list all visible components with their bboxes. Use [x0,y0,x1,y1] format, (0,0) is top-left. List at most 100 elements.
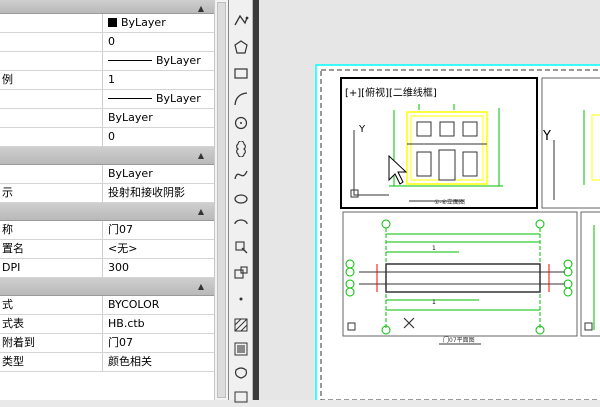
property-row[interactable]: 附着到 门07 [0,334,214,353]
property-row[interactable]: 0 [0,128,214,147]
property-value[interactable]: ByLayer [103,52,214,70]
collapse-icon[interactable]: ▲ [198,151,204,160]
property-value-text: ByLayer [108,167,153,180]
property-key: DPI [0,259,103,277]
property-value-text: 门07 [108,336,133,349]
section-plot[interactable]: ▲ [0,203,214,221]
property-value-text: ByLayer [156,92,201,105]
viewport-plan: 1 1 门07平面图 [342,211,578,345]
ellipse-arc-icon[interactable] [230,212,251,233]
property-key [0,109,103,127]
circle-icon[interactable] [230,112,251,133]
draw-toolbar [229,0,253,402]
drawing-svg: [+][俯视][二维线框] Y ①-⑥立面图 Y 1 1 门07平面图 [315,64,600,406]
property-value[interactable]: 门07 [103,334,214,352]
property-row[interactable]: 称门07 [0,221,214,240]
property-row[interactable]: 0 [0,33,214,52]
property-row[interactable]: ByLayer [0,14,214,33]
svg-text:1: 1 [432,299,436,306]
property-value[interactable]: 0 [103,33,214,51]
property-value-text: ByLayer [108,111,153,124]
property-row[interactable]: 例1 [0,71,214,90]
property-key [0,128,103,146]
property-value-text: 1 [108,73,115,86]
property-row[interactable]: DPI 300 [0,259,214,278]
property-value-text: 0 [108,35,115,48]
property-value-text: 投射和接收阴影 [108,186,185,199]
property-value[interactable]: 1 [103,71,214,89]
polyline-icon[interactable] [230,10,251,31]
property-key: 类型 [0,353,103,371]
arc-icon[interactable] [230,88,251,109]
table-icon[interactable] [230,386,251,407]
rectangle-icon[interactable] [230,62,251,83]
insert-block-icon[interactable] [230,236,251,257]
section-general[interactable]: ▲ [0,0,214,14]
property-key: 示 [0,184,103,202]
property-value[interactable]: 300 [103,259,214,277]
color-swatch-icon [108,18,117,27]
property-row[interactable]: 式表 HB.ctb [0,315,214,334]
property-key: 称 [0,221,103,239]
property-value-text: 门07 [108,223,133,236]
collapse-icon[interactable]: ▲ [198,207,204,216]
properties-panel: ▲ ByLayer 0 ByLayer 例 1 ByLayer ByLayer 0 ▲ ByLaye… [0,0,214,400]
property-value[interactable]: HB.ctb [103,315,214,333]
property-value-text: HB.ctb [108,317,145,330]
property-value-text: 0 [108,130,115,143]
revcloud-icon[interactable] [230,138,251,159]
collapse-icon[interactable]: ▲ [198,4,204,13]
property-value-text: 颜色相关 [108,355,152,368]
property-value-text: BYCOLOR [108,298,160,311]
property-key: 式 [0,296,103,314]
polygon-icon[interactable] [230,36,251,57]
section-3d[interactable]: ▲ [0,147,214,165]
make-block-icon[interactable] [230,262,251,283]
property-key [0,52,103,70]
viewport-elevation[interactable]: [+][俯视][二维线框] Y ①-⑥立面图 [340,77,538,209]
property-key: 附着到 [0,334,103,352]
property-value[interactable]: BYCOLOR [103,296,214,314]
property-row[interactable]: ByLayer [0,52,214,71]
drawing-canvas[interactable]: [+][俯视][二维线框] Y ①-⑥立面图 Y 1 1 门07平面图 [259,0,600,406]
property-value[interactable]: ByLayer [103,90,214,108]
property-row[interactable]: ByLayer [0,90,214,109]
property-value-text: 300 [108,261,129,274]
property-key [0,90,103,108]
property-value[interactable]: 投射和接收阴影 [103,184,214,202]
property-row[interactable]: 置名 <无> [0,240,214,259]
property-value-text: ByLayer [121,16,166,29]
property-value[interactable]: <无> [103,240,214,258]
property-value-text: ByLayer [156,54,201,67]
hatch-icon[interactable] [230,314,251,335]
property-value[interactable]: ByLayer [103,165,214,183]
property-key: 式表 [0,315,103,333]
property-row[interactable]: 类型 颜色相关 [0,353,214,372]
property-value[interactable]: ByLayer [103,109,214,127]
region-icon[interactable] [230,362,251,383]
svg-text:Y: Y [358,124,366,135]
scrollbar-thumb[interactable] [217,2,226,398]
spline-icon[interactable] [230,164,251,185]
properties-scrollbar[interactable] [214,0,228,400]
property-row[interactable]: ByLayer [0,109,214,128]
property-value[interactable]: 门07 [103,221,214,239]
ellipse-icon[interactable] [230,188,251,209]
property-row[interactable]: ByLayer [0,165,214,184]
collapse-icon[interactable]: ▲ [198,282,204,291]
viewport-label[interactable]: [+][俯视][二维线框] [345,86,437,99]
property-row[interactable]: 式 BYCOLOR [0,296,214,315]
property-key [0,165,103,183]
point-icon[interactable] [230,288,251,309]
property-value[interactable]: 0 [103,128,214,146]
property-key: 置名 [0,240,103,258]
property-value[interactable]: ByLayer [103,14,214,32]
plan-title: 门07平面图 [443,336,475,344]
property-row[interactable]: 示投射和接收阴影 [0,184,214,203]
property-key [0,33,103,51]
section-plot-style[interactable]: ▲ [0,278,214,296]
viewport-side: Y [541,77,600,209]
property-value[interactable]: 颜色相关 [103,353,214,371]
property-value-text: <无> [108,242,138,255]
gradient-icon[interactable] [230,338,251,359]
